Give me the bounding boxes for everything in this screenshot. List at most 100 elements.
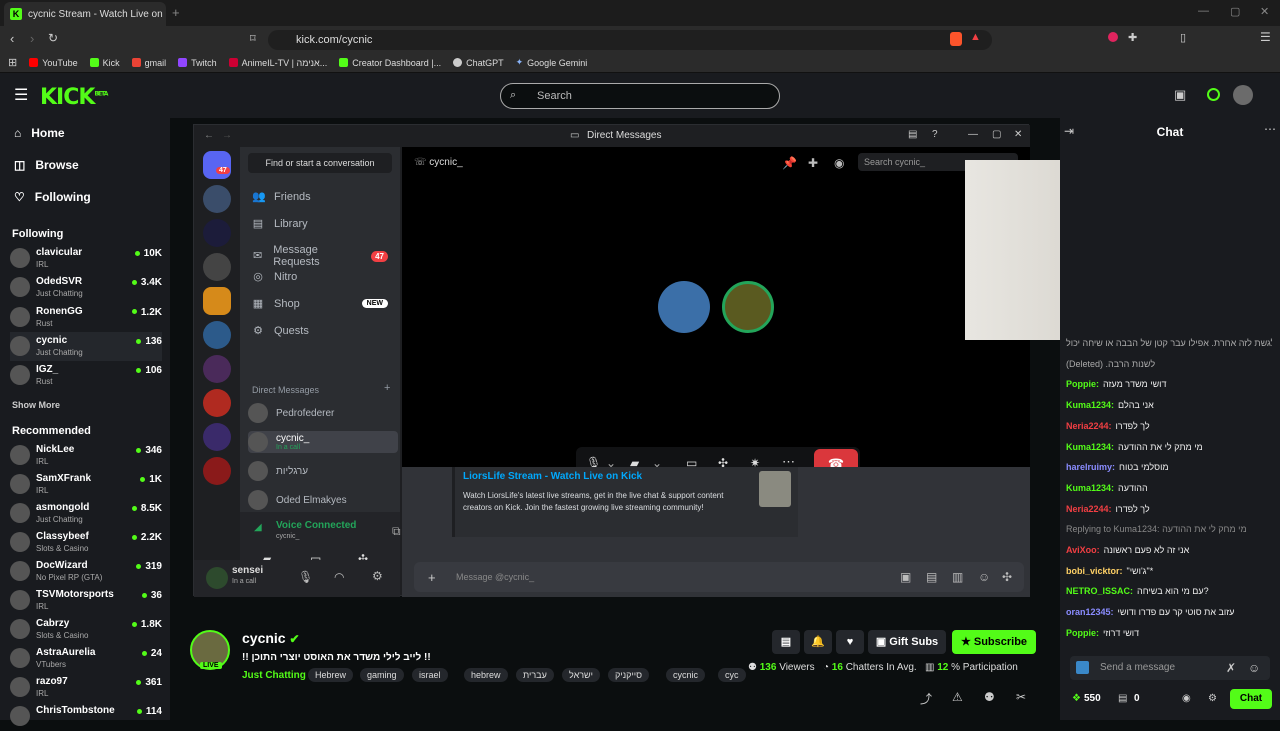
stream-category[interactable]: Just Chatting [242,670,306,681]
chat-username[interactable]: oran12345: [1066,607,1114,617]
find-conversation-input[interactable]: Find or start a conversation [248,153,392,173]
profile-icon[interactable]: ◉ [834,156,844,170]
server-icon[interactable] [203,287,231,315]
channel-item[interactable]: IGZ_ Rust 106 [10,361,162,390]
dm-nav-item[interactable]: ✉ Message Requests 47 [252,244,388,268]
emote-icon[interactable]: ☺ [1248,661,1260,675]
channel-item[interactable]: OdedSVR Just Chatting 3.4K [10,273,162,302]
stream-tag[interactable]: cyc [718,668,746,682]
stream-tag[interactable]: Hebrew [308,668,354,682]
channel-item[interactable]: SamXFrank IRL 1K [10,470,162,499]
stream-tag[interactable]: cycnic [666,668,706,682]
chat-username[interactable]: Kuma1234: [1066,483,1114,493]
user-avatar[interactable] [1233,85,1253,105]
embed-title[interactable]: LiorsLife Stream - Watch Live on Kick [463,471,790,482]
sticker-icon[interactable]: ▥ [952,570,963,584]
server-icon[interactable] [203,355,231,383]
gif-icon[interactable]: ▤ [926,570,937,584]
new-tab-icon[interactable]: + [172,5,180,20]
add-friends-icon[interactable]: ✚ [808,156,818,170]
chat-button[interactable]: Chat [1230,689,1272,709]
discord-minimize-icon[interactable]: — [968,129,978,140]
stream-tag[interactable]: israel [412,668,448,682]
share-icon[interactable]: ⤴ [920,690,932,707]
nav-home[interactable]: ⌂ Home [14,126,65,140]
brave-shield-icon[interactable] [950,32,962,46]
bookmark-gemini[interactable]: ✦ Google Gemini [516,57,588,68]
back-arrow-icon[interactable]: ← [204,130,214,141]
rewards-icon[interactable]: ▲ [970,31,981,43]
noise-suppression-icon[interactable]: ⧉ [392,524,401,539]
channel-item[interactable]: AstraAurelia VTubers 24 [10,644,162,673]
headphones-icon[interactable]: ◠ [334,570,344,584]
stream-tag[interactable]: ישראל [562,668,600,682]
dm-nav-item[interactable]: ▤ Library [252,218,388,230]
nav-following[interactable]: ♡ Following [14,190,91,204]
chat-username[interactable]: Neria2244: [1066,421,1112,431]
dm-user-item[interactable]: ערגליות [248,460,398,482]
microphone-icon[interactable]: 🎙 [298,570,313,584]
dm-nav-item[interactable]: ◎ Nitro [252,271,388,283]
channel-item[interactable]: clavicular IRL 10K [10,244,162,273]
stream-tag[interactable]: hebrew [464,668,508,682]
kick-status-icon[interactable] [1207,88,1220,101]
channel-item[interactable]: NickLee IRL 346 [10,441,162,470]
chat-identity-icon[interactable] [1076,661,1089,674]
chat-bubble-icon[interactable]: ◉ [1182,693,1191,704]
channel-item[interactable]: Classybeef Slots & Casino 2.2K [10,528,162,557]
gift-subs-button[interactable]: ▣ Gift Subs [868,630,946,654]
follow-button[interactable]: ♥ [836,630,864,654]
collapse-chat-icon[interactable]: ⇥ [1064,124,1074,138]
clip-icon[interactable]: ✂ [1016,690,1026,704]
settings-gear-icon[interactable]: ⚙ [372,569,383,583]
pin-icon[interactable]: 📌 [782,156,797,170]
send-message-input[interactable]: Send a message [1070,656,1270,680]
caller-avatar[interactable] [658,281,710,333]
show-more-link[interactable]: Show More [12,400,60,410]
dm-user-item[interactable]: cycnic_ In a call [248,431,398,453]
chat-username[interactable]: harelruimy: [1066,462,1115,472]
chat-username[interactable]: NETRO_ISSAC: [1066,586,1133,596]
bookmark-kick[interactable]: Kick [89,58,120,68]
bookmark-animeil[interactable]: AnimeIL-TV | אנימה... [228,58,327,68]
chat-settings-icon[interactable]: ⚙ [1208,693,1217,704]
sidebar-toggle-icon[interactable]: ▯ [1180,31,1186,44]
channel-item[interactable]: DocWizard No Pixel RP (GTA) 319 [10,557,162,586]
server-icon[interactable] [203,457,231,485]
emoji-icon[interactable]: ☺ [978,570,990,584]
back-icon[interactable]: ‹ [10,31,14,46]
kick-logo[interactable]: KICKBETA [40,85,108,110]
chat-username[interactable]: Kuma1234: [1066,442,1114,452]
bookmark-twitch[interactable]: Twitch [178,58,217,68]
server-icon[interactable] [203,389,231,417]
chat-username[interactable]: Neria2244: [1066,504,1112,514]
notifications-button[interactable]: 🔔 [804,630,832,654]
server-icon[interactable] [203,321,231,349]
reload-icon[interactable]: ↻ [48,31,58,45]
users-icon[interactable]: ⚉ [984,690,995,704]
theater-mode-button[interactable]: ▤ [772,630,800,654]
chat-username[interactable]: Kuma1234: [1066,400,1114,410]
bookmark-chatgpt[interactable]: ChatGPT [453,58,504,68]
chat-options-icon[interactable]: ⋯ [1264,122,1276,136]
apps-icon[interactable]: ✣ [1002,570,1012,584]
discord-home-icon[interactable] [203,151,231,179]
dm-nav-item[interactable]: ▦ Shop NEW [252,298,388,310]
bookmark-icon[interactable]: ⌑ [250,32,256,45]
menu-icon[interactable]: ☰ [1260,30,1271,44]
apps-grid-icon[interactable]: ⊞ [8,56,17,69]
channel-item[interactable]: Cabrzy Slots & Casino 1.8K [10,615,162,644]
maximize-window-icon[interactable]: ▢ [1230,5,1240,18]
dm-nav-item[interactable]: 👥 Friends [252,191,388,203]
add-dm-icon[interactable]: + [384,382,390,394]
streamer-name[interactable]: cycnic ✔ [242,630,300,646]
forward-arrow-icon[interactable]: → [222,130,232,141]
channel-item[interactable]: razo97 IRL 361 [10,673,162,702]
extension-icon[interactable] [1108,32,1118,42]
help-icon[interactable]: ? [932,129,938,140]
server-icon[interactable] [203,219,231,247]
browser-tab[interactable]: K cycnic Stream - Watch Live on K ✕ [4,2,166,26]
nav-browse[interactable]: ◫ Browse [14,158,79,172]
channel-item[interactable]: cycnic Just Chatting 136 [10,331,162,361]
channel-item[interactable]: ChrisTombstone 114 [10,702,162,731]
